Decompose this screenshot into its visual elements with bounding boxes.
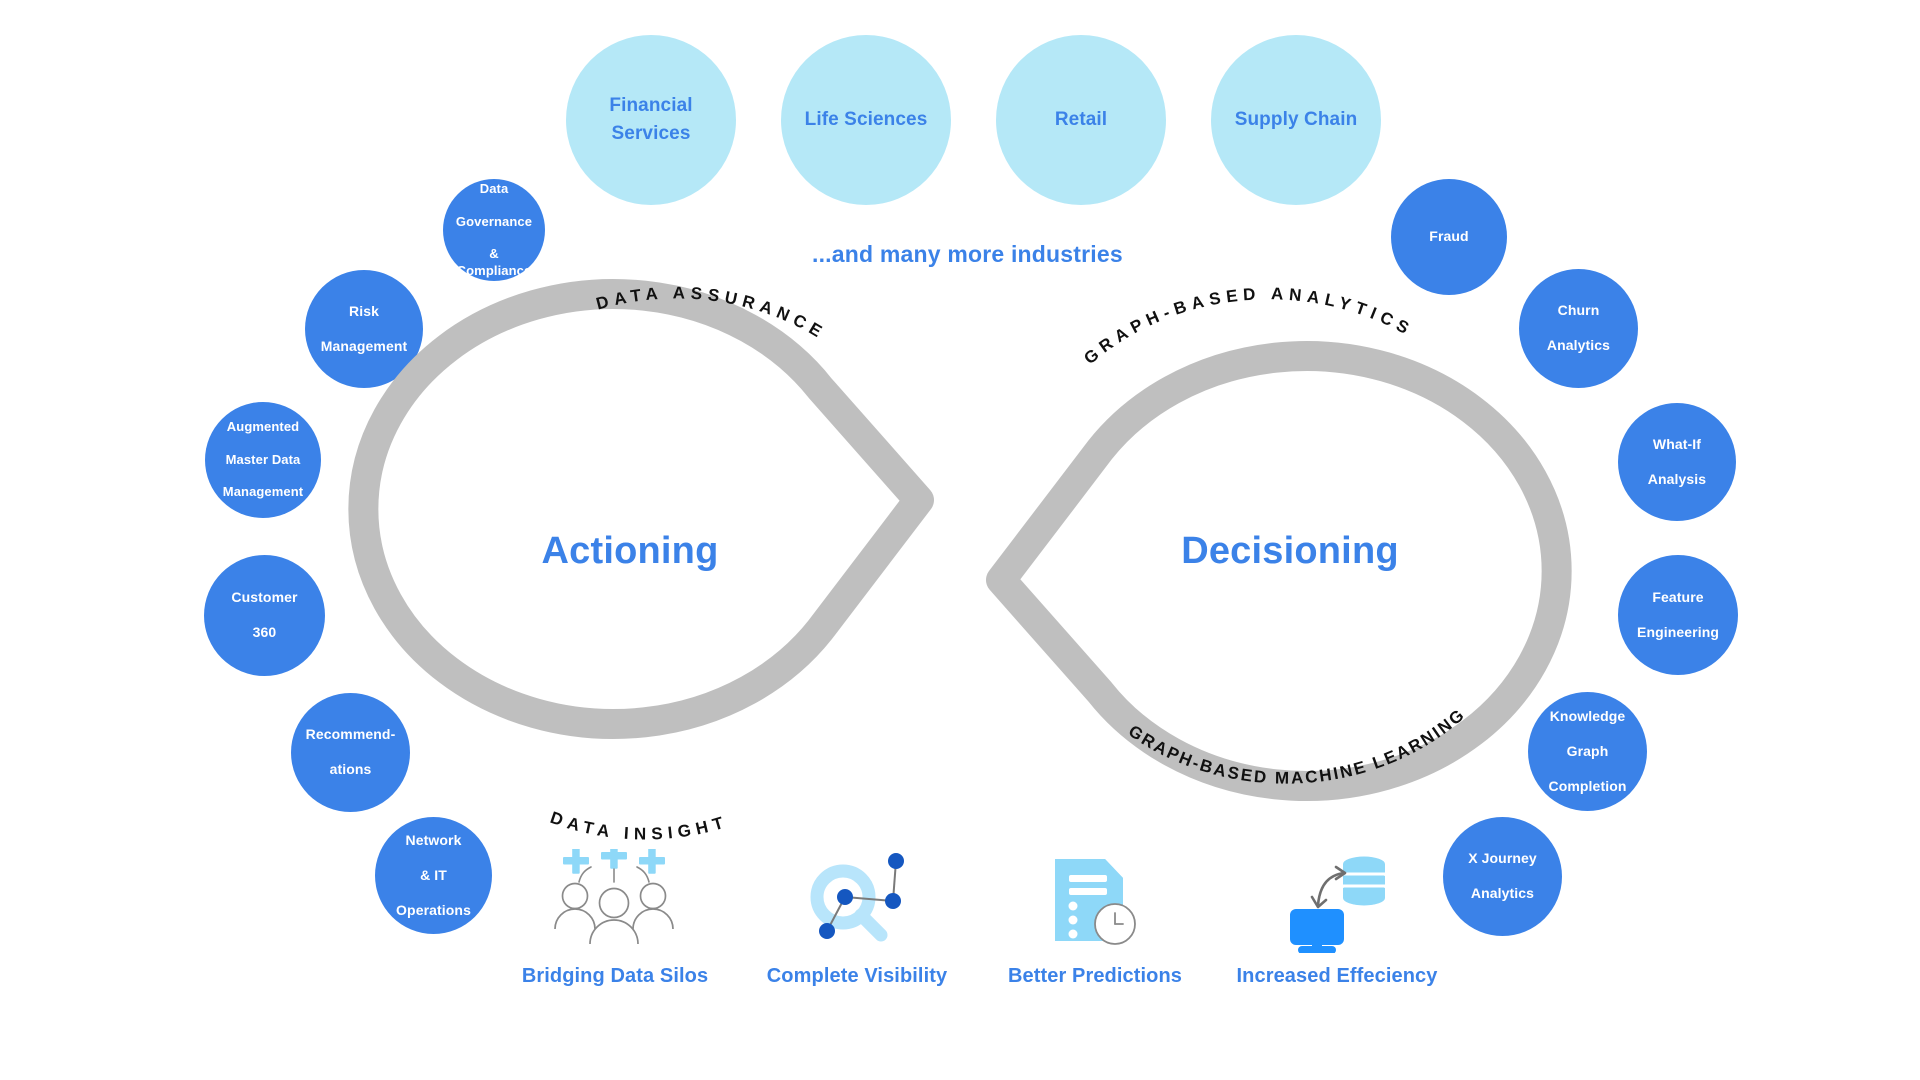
benefit-label: Complete Visibility	[766, 965, 948, 987]
usecase-line: Management	[222, 484, 304, 500]
usecase-line: Risk	[349, 302, 379, 319]
arc-label-graph-based-analytics: GRAPH-BASED ANALYTICS	[1080, 284, 1416, 368]
industry-circle-supply-chain[interactable]: Supply Chain	[1211, 35, 1381, 205]
usecase-circle-churn-analytics[interactable]: Churn Analytics	[1519, 269, 1638, 388]
arc-label-data-insight: DATA INSIGHT	[548, 808, 731, 844]
benefit-increased-efficiency[interactable]: Increased Effeciency	[1232, 845, 1442, 988]
usecase-line: Augmented	[226, 419, 300, 435]
benefit-better-predictions[interactable]: Better Predictions	[990, 845, 1200, 988]
industries-tagline: ...and many more industries	[812, 241, 1123, 267]
usecase-circle-augmented-master-data-management[interactable]: Augmented Master Data Management	[205, 402, 321, 518]
ribbon-left-loop	[348, 279, 934, 739]
magnifier-graph-icon	[752, 845, 962, 953]
industry-label-line1: Supply Chain	[1234, 109, 1358, 131]
industry-label-line1: Retail	[1054, 109, 1108, 131]
usecase-circle-feature-engineering[interactable]: Feature Engineering	[1618, 555, 1738, 675]
usecase-circle-data-governance-compliance[interactable]: Data Governance & Compliance	[443, 179, 545, 281]
loop-title-decisioning: Decisioning	[1181, 530, 1399, 572]
document-clock-icon	[990, 845, 1200, 953]
usecase-line: Operations	[396, 901, 471, 918]
usecase-line: & IT	[420, 866, 447, 883]
people-plus-icon	[510, 845, 720, 953]
industry-label-line2: Services	[611, 123, 691, 144]
usecase-circle-knowledge-graph-completion[interactable]: Knowledge Graph Completion	[1528, 692, 1647, 811]
usecase-line: ations	[329, 761, 372, 778]
benefit-label: Bridging Data Silos	[521, 965, 709, 987]
usecase-line: Data	[479, 181, 509, 197]
usecase-line: Network	[405, 831, 462, 848]
usecase-line: What-If	[1652, 435, 1702, 452]
monitor-database-icon	[1232, 845, 1442, 953]
arc-label-graph-based-machine-learning: GRAPH-BASED MACHINE LEARNING	[1125, 704, 1469, 787]
usecase-line: 360	[252, 624, 277, 641]
usecase-circle-fraud[interactable]: Fraud	[1391, 179, 1507, 295]
usecase-line: Analysis	[1647, 470, 1707, 487]
benefit-complete-visibility[interactable]: Complete Visibility	[752, 845, 962, 988]
industry-circle-retail[interactable]: Retail	[996, 35, 1166, 205]
usecase-circle-recommendations[interactable]: Recommend- ations	[291, 693, 410, 812]
usecase-line: Knowledge	[1549, 707, 1626, 724]
usecase-line: Completion	[1548, 777, 1627, 794]
usecase-line: & Compliance	[456, 246, 532, 278]
usecase-line: Management	[320, 337, 408, 354]
usecase-line: Customer	[231, 589, 298, 606]
benefit-label: Better Predictions	[1007, 965, 1183, 987]
usecase-line: Governance	[455, 213, 533, 229]
usecase-line: Churn	[1557, 302, 1600, 319]
usecase-line: Master Data	[225, 451, 301, 467]
industry-circle-financial-services[interactable]: Financial Services	[566, 35, 736, 205]
usecase-line: Graph	[1566, 742, 1609, 759]
usecase-line: X Journey	[1468, 850, 1537, 867]
arc-label-data-assurance: DATA ASSURANCE	[594, 283, 830, 343]
usecase-line: Analytics	[1546, 337, 1611, 354]
usecase-line: Recommend-	[305, 726, 396, 743]
industry-label-line1: Life Sciences	[804, 109, 928, 131]
usecase-circle-network-it-operations[interactable]: Network & IT Operations	[375, 817, 492, 934]
benefit-label: Increased Effeciency	[1236, 965, 1438, 987]
usecase-line: Feature	[1652, 588, 1704, 605]
usecase-circle-customer-360[interactable]: Customer 360	[204, 555, 325, 676]
usecase-line: Engineering	[1637, 623, 1719, 640]
industry-label-line1: Financial	[609, 95, 693, 117]
loop-title-actioning: Actioning	[541, 530, 719, 572]
industry-circle-life-sciences[interactable]: Life Sciences	[781, 35, 951, 205]
usecase-circle-what-if-analysis[interactable]: What-If Analysis	[1618, 403, 1736, 521]
usecase-circle-risk-management[interactable]: Risk Management	[305, 270, 423, 388]
diagram-canvas: Financial Services Life Sciences Retail …	[0, 0, 1920, 1080]
benefit-bridging-data-silos[interactable]: Bridging Data Silos	[510, 845, 720, 988]
usecase-line: Analytics	[1470, 885, 1535, 902]
usecase-circle-x-journey-analytics[interactable]: X Journey Analytics	[1443, 817, 1562, 936]
usecase-line: Fraud	[1429, 228, 1469, 245]
